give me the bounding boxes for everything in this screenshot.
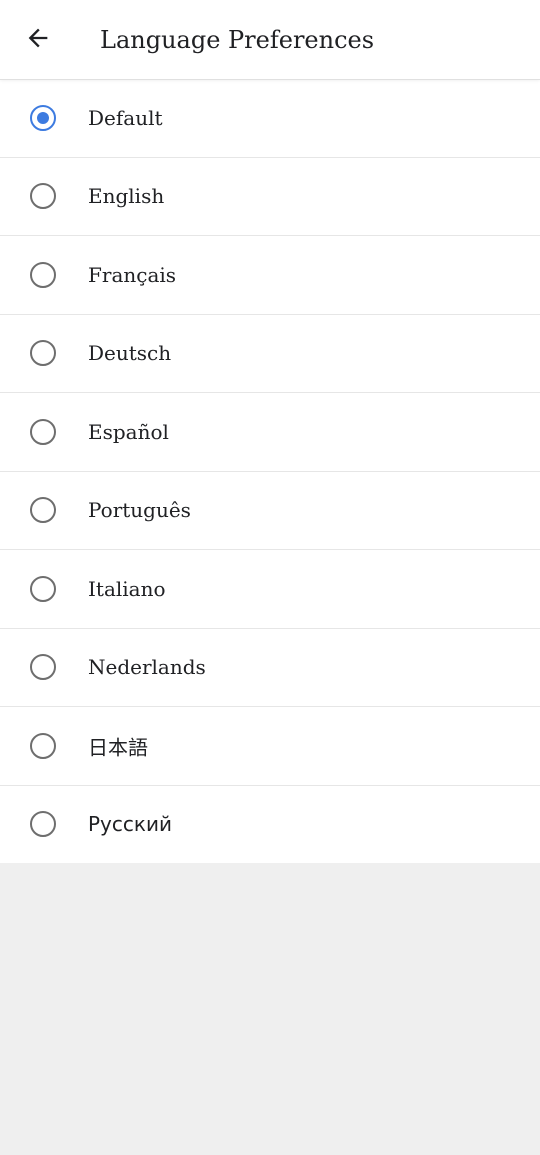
language-option-portuguese[interactable]: Português — [0, 472, 540, 550]
language-label: Nederlands — [88, 655, 206, 680]
language-label: Deutsch — [88, 341, 172, 366]
radio-button[interactable] — [30, 340, 56, 367]
app-header: Language Preferences — [0, 0, 540, 80]
radio-button[interactable] — [30, 654, 56, 681]
language-option-italian[interactable]: Italiano — [0, 550, 540, 629]
language-label: Español — [88, 419, 169, 444]
language-option-dutch[interactable]: Nederlands — [0, 629, 540, 707]
language-option-spanish[interactable]: Español — [0, 393, 540, 472]
radio-button[interactable] — [30, 497, 56, 524]
page-title: Language Preferences — [100, 26, 375, 54]
language-label: English — [88, 184, 165, 209]
radio-button[interactable] — [30, 811, 56, 838]
language-label: Français — [88, 262, 177, 287]
language-option-german[interactable]: Deutsch — [0, 315, 540, 393]
language-label: Português — [88, 498, 191, 523]
language-label: Default — [88, 105, 163, 130]
radio-button[interactable] — [30, 183, 56, 210]
radio-button[interactable] — [30, 261, 56, 288]
radio-button-selected[interactable] — [30, 104, 56, 131]
arrow-left-icon — [24, 24, 52, 56]
language-list: Default English Français Deutsch Español… — [0, 79, 540, 863]
radio-button[interactable] — [30, 732, 56, 759]
language-label: 日本語 — [88, 735, 148, 760]
language-option-japanese[interactable]: 日本語 — [0, 707, 540, 786]
language-label: Русский — [88, 812, 172, 837]
language-option-french[interactable]: Français — [0, 236, 540, 315]
language-option-default[interactable]: Default — [0, 79, 540, 158]
radio-button[interactable] — [30, 575, 56, 602]
language-option-russian[interactable]: Русский — [0, 786, 540, 864]
radio-button[interactable] — [30, 418, 56, 445]
back-button[interactable] — [18, 20, 58, 60]
language-label: Italiano — [88, 576, 166, 601]
language-option-english[interactable]: English — [0, 158, 540, 236]
